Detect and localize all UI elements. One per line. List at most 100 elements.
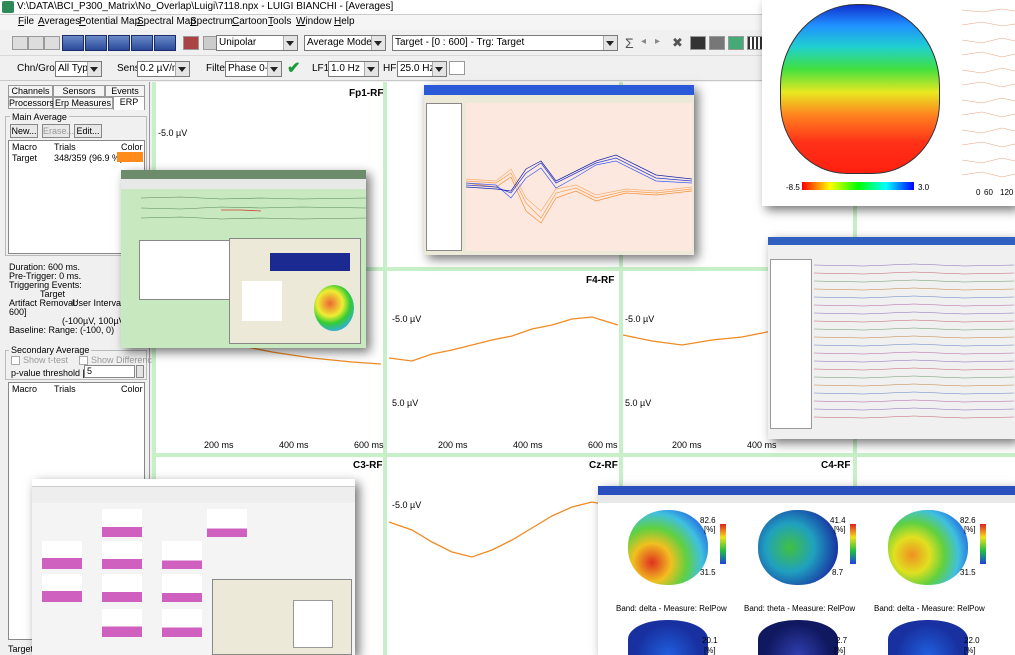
menu-file[interactable]: File xyxy=(18,16,34,27)
inset-spectrum-cell xyxy=(102,609,142,637)
col2-color: Color xyxy=(121,384,143,394)
colorbar-max: 82.6 xyxy=(960,516,976,525)
tab-erp[interactable]: ERP xyxy=(113,96,145,110)
head-map-theta xyxy=(758,510,838,585)
colorbar-unit: [%] xyxy=(964,646,976,655)
row-color-swatch[interactable] xyxy=(117,152,143,162)
inset-spectrum-cell xyxy=(102,574,142,602)
grid-icon[interactable] xyxy=(747,36,763,50)
inset-tick: 0 xyxy=(976,188,981,197)
colorbar-max: 2.7 xyxy=(836,636,848,645)
target-select[interactable]: Target - [0 : 600] - Trg: Target xyxy=(392,35,618,51)
colorbar xyxy=(850,524,856,564)
colorbar-min: 31.5 xyxy=(700,568,716,577)
row-trials: 348/359 (96.9 %) xyxy=(54,153,124,163)
sens-select[interactable]: 0.2 µV/mm xyxy=(137,61,190,77)
row-macro[interactable]: Target xyxy=(12,153,37,163)
pvalue-spinner[interactable] xyxy=(136,365,144,378)
inset-spectrum-cell xyxy=(102,541,142,569)
secondary-average-label: Secondary Average xyxy=(9,345,92,355)
colorbar xyxy=(802,182,914,190)
show-ttest-checkbox[interactable] xyxy=(11,356,20,365)
menu-tools[interactable]: Tools xyxy=(268,16,291,27)
inset-spectrum-cell xyxy=(42,541,82,569)
inset-titlebar xyxy=(32,479,355,487)
tab-processors[interactable]: Processors xyxy=(8,97,54,109)
menu-averages[interactable]: Averages xyxy=(38,16,80,27)
menu-cartoon[interactable]: Cartoon xyxy=(232,16,268,27)
inset-erp-window xyxy=(424,85,694,255)
inset-spectrum-cell xyxy=(42,574,82,602)
menu-window[interactable]: Window xyxy=(296,16,332,27)
prev-icon[interactable]: ◂ xyxy=(641,36,646,47)
lf1-label: LF1 xyxy=(312,63,330,74)
show-difference-checkbox[interactable] xyxy=(79,356,88,365)
menu-spectral-map[interactable]: Spectral Map xyxy=(137,16,196,27)
colorbar-max: 22.0 xyxy=(964,636,980,645)
view-mode-4-icon[interactable] xyxy=(131,35,153,51)
inset-spectrum-cell xyxy=(162,541,202,569)
head-topography xyxy=(780,4,940,174)
band-label: Band: theta - Measure: RelPow xyxy=(744,604,856,613)
filter-select[interactable]: Phase 0-IIR xyxy=(225,61,282,77)
next-icon[interactable]: ▸ xyxy=(655,36,660,47)
sum-icon[interactable]: Σ xyxy=(625,35,634,51)
inset-plot xyxy=(465,103,693,251)
preview-icon[interactable] xyxy=(44,36,60,50)
show-difference-label: Show Difference xyxy=(91,355,157,365)
inset-titlebar xyxy=(424,85,694,95)
chn-group-select[interactable]: All Types xyxy=(55,61,102,77)
view-mode-5-icon[interactable] xyxy=(154,35,176,51)
menu-spectrum[interactable]: Spectrum xyxy=(190,16,233,27)
close-x-icon[interactable]: ✖ xyxy=(672,35,683,51)
inset-spectrum-cell xyxy=(102,509,142,537)
erase-button[interactable]: Erase... xyxy=(42,124,74,138)
hf1-select[interactable]: 25.0 Hz xyxy=(397,61,447,77)
open-icon[interactable] xyxy=(12,36,28,50)
colorbar-unit: [%] xyxy=(834,646,846,655)
inset-titlebar xyxy=(768,237,1015,245)
col-trials: Trials xyxy=(54,142,76,152)
apply-filter-check-icon[interactable]: ✔ xyxy=(287,58,300,78)
inset-menubar xyxy=(121,179,366,189)
inset-traces xyxy=(962,8,1015,178)
head-map-row2 xyxy=(628,620,708,655)
inset-toolbar xyxy=(32,487,355,503)
lf1-select[interactable]: 1.0 Hz xyxy=(328,61,379,77)
new-button[interactable]: New... xyxy=(10,124,38,138)
menu-help[interactable]: Help xyxy=(334,16,355,27)
filter-response-icon[interactable] xyxy=(449,61,465,75)
pin-icon[interactable] xyxy=(709,36,725,50)
print-icon[interactable] xyxy=(28,36,44,50)
colorbar-max: 41.4 xyxy=(830,516,846,525)
colorbar-unit: [%] xyxy=(704,646,716,655)
view-mode-3-icon[interactable] xyxy=(108,35,130,51)
lock-icon[interactable] xyxy=(690,36,706,50)
mode-select[interactable]: Average Mode xyxy=(304,35,386,51)
inset-tick: 120 xyxy=(1000,188,1014,197)
tab-erp-measures[interactable]: Erp Measures xyxy=(53,97,113,109)
pvalue-label: p-value threshold [%] xyxy=(11,368,96,378)
head-map-row2 xyxy=(888,620,968,655)
menu-potential-map[interactable]: Potential Map xyxy=(79,16,140,27)
inset-head-map xyxy=(314,285,354,331)
inset-tick: 60 xyxy=(984,188,993,197)
window-title: V:\DATA\BCI_P300_Matrix\No_Overlap\Luigi… xyxy=(17,1,394,12)
tab-sensors[interactable]: Sensors xyxy=(53,85,105,97)
view-mode-2-icon[interactable] xyxy=(85,35,107,51)
colorbar-max: 3.0 xyxy=(918,183,930,192)
edit-button[interactable]: Edit... xyxy=(74,124,102,138)
reference-select[interactable]: Unipolar xyxy=(216,35,298,51)
book-icon[interactable] xyxy=(183,36,199,50)
show-ttest-label: Show t-test xyxy=(23,355,69,365)
pvalue-input[interactable]: 5 xyxy=(84,365,135,378)
tab-channels[interactable]: Channels xyxy=(8,85,53,97)
view-mode-1-icon[interactable] xyxy=(62,35,84,51)
colorbar-min: -8.5 xyxy=(786,183,800,192)
inset-head-maps: 82.6 [%] 31.5 41.4 [%] 8.7 82.6 [%] 31.5… xyxy=(598,486,1015,655)
check-mark-icon[interactable] xyxy=(728,36,744,50)
colorbar-unit: [%] xyxy=(834,525,846,534)
main-average-label: Main Average xyxy=(10,112,69,122)
colorbar-min: 8.7 xyxy=(832,568,844,577)
colorbar-min: 31.5 xyxy=(960,568,976,577)
